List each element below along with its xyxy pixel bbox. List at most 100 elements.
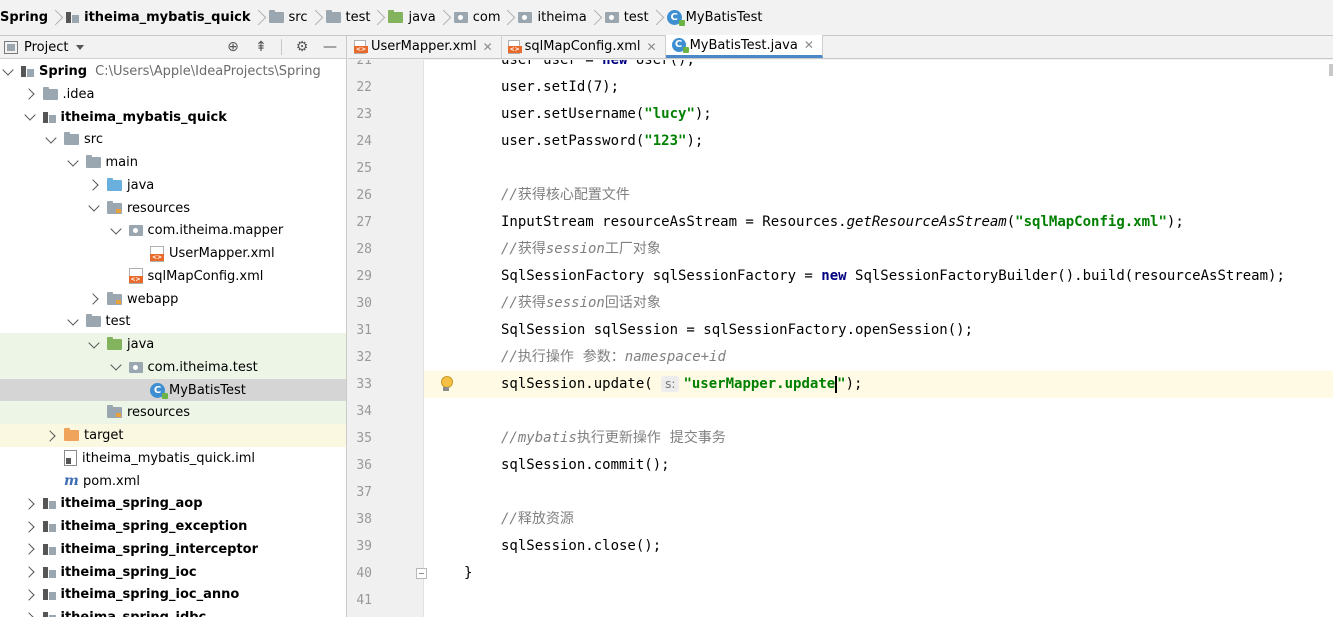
chevron-down-icon[interactable] xyxy=(109,360,123,374)
code-line[interactable]: SqlSessionFactory sqlSessionFactory = ne… xyxy=(501,263,1285,290)
breadcrumb-item[interactable]: test xyxy=(601,0,663,35)
chevron-right-icon[interactable] xyxy=(23,542,37,556)
breadcrumb-item[interactable]: itheima xyxy=(514,0,600,35)
tree-node-label: pom.xml xyxy=(83,473,140,489)
breadcrumb-item[interactable]: test xyxy=(322,0,385,35)
locate-icon[interactable]: ⊕ xyxy=(225,39,241,55)
tree-node[interactable]: resources xyxy=(0,197,346,220)
chevron-down-icon[interactable] xyxy=(66,156,80,170)
chevron-down-icon[interactable] xyxy=(23,110,37,124)
tree-node[interactable]: java xyxy=(0,174,346,197)
code-line[interactable]: //执行操作 参数：namespace+id xyxy=(501,344,726,371)
breadcrumb-item[interactable]: java xyxy=(384,0,449,35)
code-line[interactable]: InputStream resourceAsStream = Resources… xyxy=(501,209,1184,236)
tree-node[interactable]: src xyxy=(0,128,346,151)
tree-node[interactable]: webapp xyxy=(0,288,346,311)
tree-node[interactable]: resources xyxy=(0,401,346,425)
code-line[interactable]: //mybatis执行更新操作 提交事务 xyxy=(501,425,726,452)
code-line[interactable]: user user = new User(); xyxy=(501,60,695,74)
project-view-selector[interactable]: Project xyxy=(24,40,68,55)
code-line[interactable]: //获得session回话对象 xyxy=(501,290,661,317)
chevron-down-icon[interactable] xyxy=(76,44,85,50)
tree-node[interactable]: itheima_spring_interceptor xyxy=(0,538,346,561)
java-class-icon: C xyxy=(666,10,685,26)
code-line[interactable]: //释放资源 xyxy=(501,506,574,533)
breadcrumb-item[interactable]: itheima_mybatis_quick xyxy=(62,0,264,35)
code-line[interactable]: user.setPassword("123"); xyxy=(501,128,703,155)
chevron-down-icon[interactable] xyxy=(87,338,101,352)
close-icon[interactable]: ✕ xyxy=(647,40,657,54)
chevron-right-icon[interactable] xyxy=(23,87,37,101)
chevron-right-icon[interactable] xyxy=(23,565,37,579)
chevron-down-icon[interactable] xyxy=(87,201,101,215)
close-icon[interactable]: ✕ xyxy=(804,38,814,52)
scrollbar-marker[interactable] xyxy=(1329,64,1333,76)
collapse-all-icon[interactable]: ⇞ xyxy=(253,39,269,55)
test-folder-icon xyxy=(107,337,122,350)
lightbulb-icon[interactable] xyxy=(440,375,453,393)
code-line[interactable]: sqlSession.update( s: "userMapper.update "… xyxy=(501,371,862,398)
chevron-right-icon[interactable] xyxy=(23,497,37,511)
code-line[interactable]: //获得核心配置文件 xyxy=(501,182,630,209)
code-editor[interactable]: 21 22 23 24 25 26 27 28 29 30 31 32 33 34 35 36 37 38 39 40… xyxy=(348,60,1333,617)
breadcrumb-label: Spring xyxy=(0,10,49,25)
tree-node[interactable]: itheima_mybatis_quick xyxy=(0,106,346,129)
tree-node[interactable]: target xyxy=(0,424,346,447)
chevron-right-icon[interactable] xyxy=(23,611,37,617)
chevron-down-icon[interactable] xyxy=(1,65,15,79)
chevron-down-icon[interactable] xyxy=(44,133,58,147)
chevron-right-icon[interactable] xyxy=(44,429,58,443)
chevron-right-icon[interactable] xyxy=(23,520,37,534)
folder-icon xyxy=(325,10,341,23)
tree-node[interactable]: UserMapper.xml xyxy=(0,242,346,265)
breadcrumb-item[interactable]: Spring xyxy=(0,0,62,35)
code-line[interactable]: sqlSession.close(); xyxy=(501,533,661,560)
fold-marker-icon[interactable] xyxy=(416,568,427,579)
breadcrumb-item[interactable]: com xyxy=(450,0,515,35)
tree-node[interactable]: itheima_spring_exception xyxy=(0,515,346,538)
code-line[interactable]: //获得session工厂对象 xyxy=(501,236,661,263)
chevron-down-icon[interactable] xyxy=(66,315,80,329)
tree-node[interactable]: com.itheima.test xyxy=(0,355,346,379)
gear-icon[interactable]: ⚙ xyxy=(294,39,310,55)
tree-node[interactable]: itheima_spring_ioc_anno xyxy=(0,583,346,606)
iml-file-icon xyxy=(64,450,77,467)
chevron-down-icon[interactable] xyxy=(109,224,123,238)
tree-node[interactable]: main xyxy=(0,151,346,174)
editor-tab[interactable]: sqlMapConfig.xml ✕ xyxy=(502,35,666,58)
code-line[interactable]: user.setUsername("lucy"); xyxy=(501,101,712,128)
tree-node[interactable]: C MyBatisTest xyxy=(0,378,346,402)
tree-node[interactable]: com.itheima.mapper xyxy=(0,219,346,242)
chevron-right-icon[interactable] xyxy=(87,178,101,192)
hide-icon[interactable]: — xyxy=(322,39,338,55)
tree-node[interactable]: test xyxy=(0,310,346,333)
tree-node[interactable]: itheima_spring_ioc xyxy=(0,561,346,584)
folder-icon xyxy=(42,86,58,100)
line-number: 34 xyxy=(356,404,372,419)
tree-node[interactable]: itheima_spring_aop xyxy=(0,492,346,515)
tree-node[interactable]: m pom.xml xyxy=(0,470,346,493)
close-icon[interactable]: ✕ xyxy=(483,40,493,54)
tree-node[interactable]: sqlMapConfig.xml xyxy=(0,265,346,288)
tree-node[interactable]: Spring C:\Users\Apple\IdeaProjects\Spring xyxy=(0,60,346,83)
editor-tab-bar: UserMapper.xml✕sqlMapConfig.xml✕CMyBatis… xyxy=(348,35,1333,59)
code-line[interactable]: user.setId(7); xyxy=(501,74,619,101)
breadcrumb-item[interactable]: src xyxy=(265,0,322,35)
tree-node-label: itheima_mybatis_quick.iml xyxy=(82,450,256,466)
chevron-right-icon[interactable] xyxy=(87,292,101,306)
line-number: 40 xyxy=(356,566,372,581)
code-line[interactable]: } xyxy=(464,560,472,587)
breadcrumb-separator-icon xyxy=(376,8,384,28)
tree-node[interactable]: itheima_mybatis_quick.iml xyxy=(0,447,346,470)
chevron-right-icon[interactable] xyxy=(23,588,37,602)
tree-node[interactable]: itheima_spring_jdbc xyxy=(0,606,346,617)
editor-tab[interactable]: C MyBatisTest.java ✕ xyxy=(665,35,823,58)
breadcrumb-item[interactable]: C MyBatisTest xyxy=(663,0,763,35)
code-line[interactable]: sqlSession.commit(); xyxy=(501,452,670,479)
project-path: C:\Users\Apple\IdeaProjects\Spring xyxy=(95,64,321,79)
editor-tab[interactable]: UserMapper.xml ✕ xyxy=(348,35,502,58)
module-icon xyxy=(21,66,34,77)
tree-node[interactable]: .idea xyxy=(0,83,346,106)
tree-node[interactable]: java xyxy=(0,333,346,356)
code-line[interactable]: SqlSession sqlSession = sqlSessionFactor… xyxy=(501,317,973,344)
